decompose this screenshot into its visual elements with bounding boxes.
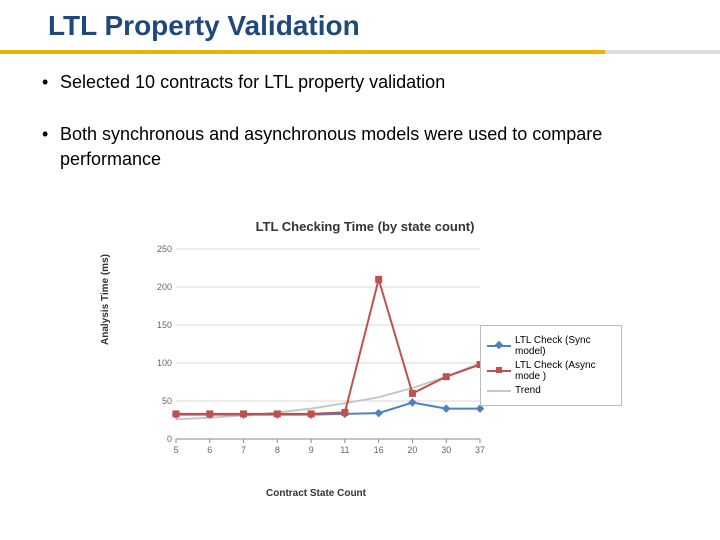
svg-text:200: 200 [157,282,172,292]
svg-text:11: 11 [340,445,349,455]
svg-text:6: 6 [207,445,212,455]
title-underline [0,50,605,54]
legend-label: Trend [515,385,541,396]
legend-item-sync: LTL Check (Sync model) [487,335,615,357]
legend-item-async: LTL Check (Async mode ) [487,360,615,382]
title-underline-tail [605,50,720,54]
slide: LTL Property Validation Selected 10 cont… [0,0,720,540]
svg-text:8: 8 [275,445,280,455]
svg-text:100: 100 [157,358,172,368]
legend-item-trend: Trend [487,385,615,396]
chart-svg: 0 50 100 150 200 250 5 6 7 8 9 11 16 20 30 37 [146,243,486,463]
legend-swatch-trend [487,386,511,396]
svg-text:250: 250 [157,244,172,254]
svg-text:16: 16 [374,445,384,455]
svg-text:50: 50 [162,396,172,406]
page-title: LTL Property Validation [48,10,360,42]
bullet-item: Both synchronous and asynchronous models… [36,122,690,171]
svg-text:30: 30 [441,445,451,455]
legend-swatch-async [487,366,511,376]
legend: LTL Check (Sync model) LTL Check (Async … [480,325,622,406]
svg-text:37: 37 [475,445,485,455]
legend-label: LTL Check (Sync model) [515,335,615,357]
y-axis-label: Analysis Time (ms) [100,254,111,345]
legend-swatch-sync [487,341,511,351]
bullet-list: Selected 10 contracts for LTL property v… [36,70,690,199]
svg-text:150: 150 [157,320,172,330]
bullet-item: Selected 10 contracts for LTL property v… [36,70,690,94]
plot-area: 0 50 100 150 200 250 5 6 7 8 9 11 16 20 30 37 [146,243,486,463]
legend-label: LTL Check (Async mode ) [515,360,615,382]
svg-text:7: 7 [241,445,246,455]
svg-text:5: 5 [173,445,178,455]
svg-text:9: 9 [309,445,314,455]
chart-title: LTL Checking Time (by state count) [100,219,630,234]
svg-text:0: 0 [167,434,172,444]
chart-container: LTL Checking Time (by state count) Analy… [100,215,630,505]
x-axis-label: Contract State Count [146,488,486,499]
svg-text:20: 20 [407,445,417,455]
